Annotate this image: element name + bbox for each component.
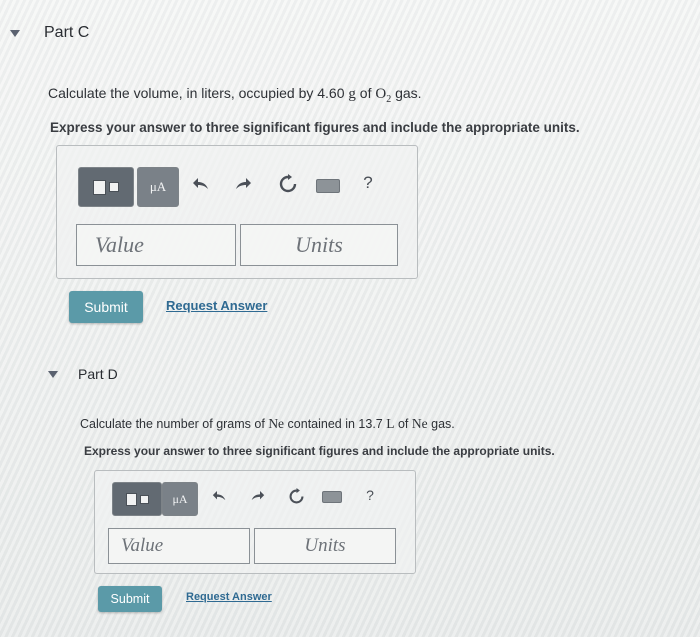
part-c-question-of: of bbox=[359, 85, 372, 101]
part-c-unit-g: g bbox=[348, 86, 356, 102]
template-icon bbox=[125, 492, 137, 506]
part-c-value-input[interactable]: Value bbox=[76, 224, 236, 266]
undo-icon[interactable] bbox=[210, 487, 228, 505]
part-d-units-button[interactable]: μA bbox=[162, 482, 198, 516]
part-d-request-answer-link[interactable]: Request Answer bbox=[186, 591, 272, 603]
keyboard-icon[interactable] bbox=[322, 491, 342, 503]
part-c-title[interactable]: Part C bbox=[44, 24, 89, 42]
page: Part C Calculate the volume, in liters, … bbox=[0, 0, 700, 637]
part-c-formula-base: O bbox=[375, 86, 387, 102]
template-icon-small bbox=[139, 494, 149, 504]
part-d-units-input[interactable]: Units bbox=[254, 528, 396, 564]
part-d-unit-l: L bbox=[386, 416, 395, 431]
part-c-units-input[interactable]: Units bbox=[240, 224, 398, 266]
help-icon[interactable]: ? bbox=[360, 172, 376, 194]
part-d-title[interactable]: Part D bbox=[78, 366, 118, 382]
keyboard-icon[interactable] bbox=[316, 179, 340, 193]
part-d-question-post: gas. bbox=[431, 417, 455, 431]
redo-icon[interactable] bbox=[248, 487, 266, 505]
part-c-question-text: Calculate the volume, in liters, occupie… bbox=[48, 85, 345, 101]
part-d-question: Calculate the number of grams of Ne cont… bbox=[80, 416, 455, 432]
part-d-question-of: of bbox=[397, 417, 409, 431]
undo-icon[interactable] bbox=[190, 173, 212, 195]
part-d-question-text: Calculate the number of grams of bbox=[80, 417, 265, 431]
part-d-element1: Ne bbox=[268, 416, 285, 431]
part-d-question-mid: contained in 13.7 bbox=[287, 417, 383, 431]
reset-icon[interactable] bbox=[276, 172, 300, 196]
redo-icon[interactable] bbox=[232, 173, 254, 195]
part-c-formula: O2 bbox=[375, 86, 392, 105]
reset-icon[interactable] bbox=[286, 486, 306, 506]
help-icon[interactable]: ? bbox=[363, 485, 377, 505]
template-icon-small bbox=[109, 182, 119, 192]
part-c-instruction: Express your answer to three significant… bbox=[50, 120, 580, 135]
part-c-question: Calculate the volume, in liters, occupie… bbox=[48, 85, 422, 105]
part-d-submit-button[interactable]: Submit bbox=[98, 586, 162, 612]
part-d-instruction: Express your answer to three significant… bbox=[84, 444, 555, 458]
part-c-formula-sub: 2 bbox=[386, 94, 392, 105]
part-d-element2: Ne bbox=[411, 416, 428, 431]
part-c-units-button[interactable]: μA bbox=[137, 167, 179, 207]
part-c-template-button[interactable] bbox=[78, 167, 134, 207]
part-d-template-button[interactable] bbox=[112, 482, 162, 516]
part-c-question-post: gas. bbox=[395, 85, 422, 101]
part-c-submit-button[interactable]: Submit bbox=[69, 291, 143, 323]
template-icon bbox=[93, 179, 106, 195]
part-d-collapse-caret-icon[interactable] bbox=[48, 371, 58, 378]
part-c-collapse-caret-icon[interactable] bbox=[10, 30, 20, 37]
part-d-value-input[interactable]: Value bbox=[108, 528, 250, 564]
part-c-request-answer-link[interactable]: Request Answer bbox=[166, 298, 267, 313]
